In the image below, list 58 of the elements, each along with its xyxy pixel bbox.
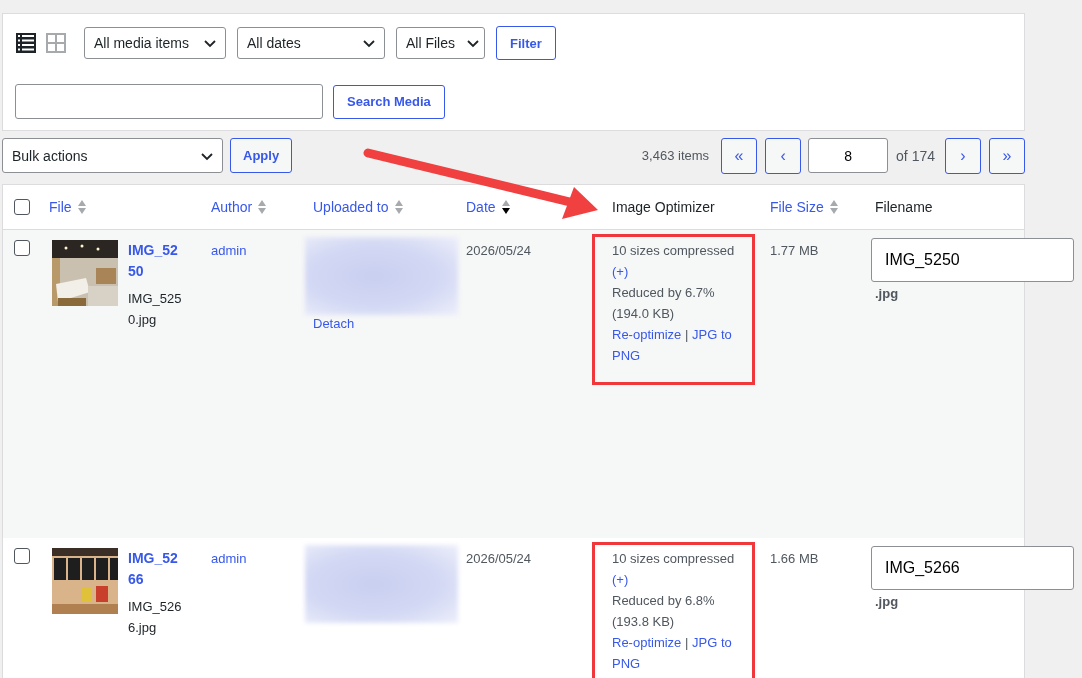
file-extension: .jpg <box>875 286 900 301</box>
file-title-link[interactable]: IMG_5266 <box>128 548 184 590</box>
file-size: 1.77 MB <box>770 243 819 258</box>
caret-icon <box>203 37 217 49</box>
checkbox[interactable] <box>14 199 30 215</box>
previous-page-button[interactable]: ‹ <box>765 137 802 174</box>
column-header-link[interactable]: Uploaded to <box>313 199 389 215</box>
filter-button[interactable]: Filter <box>496 26 556 60</box>
action-links[interactable]: Re-optimize | JPG to PNG <box>612 632 740 674</box>
search-button[interactable]: Search Media <box>333 84 445 119</box>
dropdown[interactable]: All media items <box>84 27 226 59</box>
column-header-link[interactable]: Author <box>211 199 253 215</box>
next-page-button[interactable]: › <box>945 137 981 174</box>
search-field[interactable] <box>15 84 323 119</box>
compression-summary: 10 sizes compressed <box>612 242 736 260</box>
username-link[interactable]: admin <box>211 243 247 258</box>
filename-field[interactable]: IMG_5266 <box>871 546 1074 590</box>
column-header-link[interactable]: File Size <box>770 199 824 215</box>
date-text: 2026/05/24 <box>466 243 532 258</box>
checkbox[interactable] <box>14 240 30 256</box>
caret-icon <box>362 37 376 49</box>
page-total: of 174 <box>896 147 935 164</box>
sort-icon[interactable] <box>393 199 404 215</box>
file-title-link[interactable]: IMG_5250 <box>128 240 184 282</box>
dropdown[interactable]: All dates <box>237 27 385 59</box>
column-header-link[interactable]: Date <box>466 199 496 215</box>
detach-link[interactable]: Detach <box>305 315 466 333</box>
dropdown[interactable]: All Files <box>396 27 485 59</box>
grid-view-icon[interactable] <box>45 32 67 54</box>
list-view-icon[interactable] <box>15 32 37 54</box>
checkbox[interactable] <box>14 548 30 564</box>
action-links[interactable]: Re-optimize | JPG to PNG <box>612 324 740 366</box>
first-page-button[interactable]: « <box>721 137 758 174</box>
page-field[interactable]: 8 <box>808 138 889 173</box>
sorted-descending-icon[interactable] <box>500 199 511 215</box>
sort-icon[interactable] <box>257 199 268 215</box>
sort-icon[interactable] <box>828 199 839 215</box>
details-link[interactable]: (+) <box>612 569 740 590</box>
column-header-link[interactable]: File <box>49 199 72 215</box>
details-link[interactable]: (+) <box>612 261 740 282</box>
dropdown[interactable]: Bulk actions <box>2 138 223 173</box>
username-link[interactable]: admin <box>211 551 247 566</box>
filename-field[interactable]: IMG_5250 <box>871 238 1074 282</box>
compression-summary: 10 sizes compressed <box>612 550 736 568</box>
file-name: IMG_5250.jpg <box>128 291 182 327</box>
reduction-text: Reduced by 6.8% (193.8 KB) <box>612 592 716 631</box>
file-extension: .jpg <box>875 594 900 609</box>
item-count: 3,463 items <box>641 148 710 163</box>
reduction-text: Reduced by 6.7% (194.0 KB) <box>612 284 716 323</box>
last-page-button[interactable]: » <box>989 137 1025 174</box>
file-name: IMG_5266.jpg <box>128 599 182 635</box>
caret-icon <box>466 37 480 49</box>
sort-icon[interactable] <box>76 199 87 215</box>
date-text: 2026/05/24 <box>466 551 532 566</box>
column-header: Image Optimizer <box>612 199 715 215</box>
apply-button[interactable]: Apply <box>230 138 293 173</box>
file-size: 1.66 MB <box>770 551 819 566</box>
column-header: Filename <box>875 199 933 215</box>
